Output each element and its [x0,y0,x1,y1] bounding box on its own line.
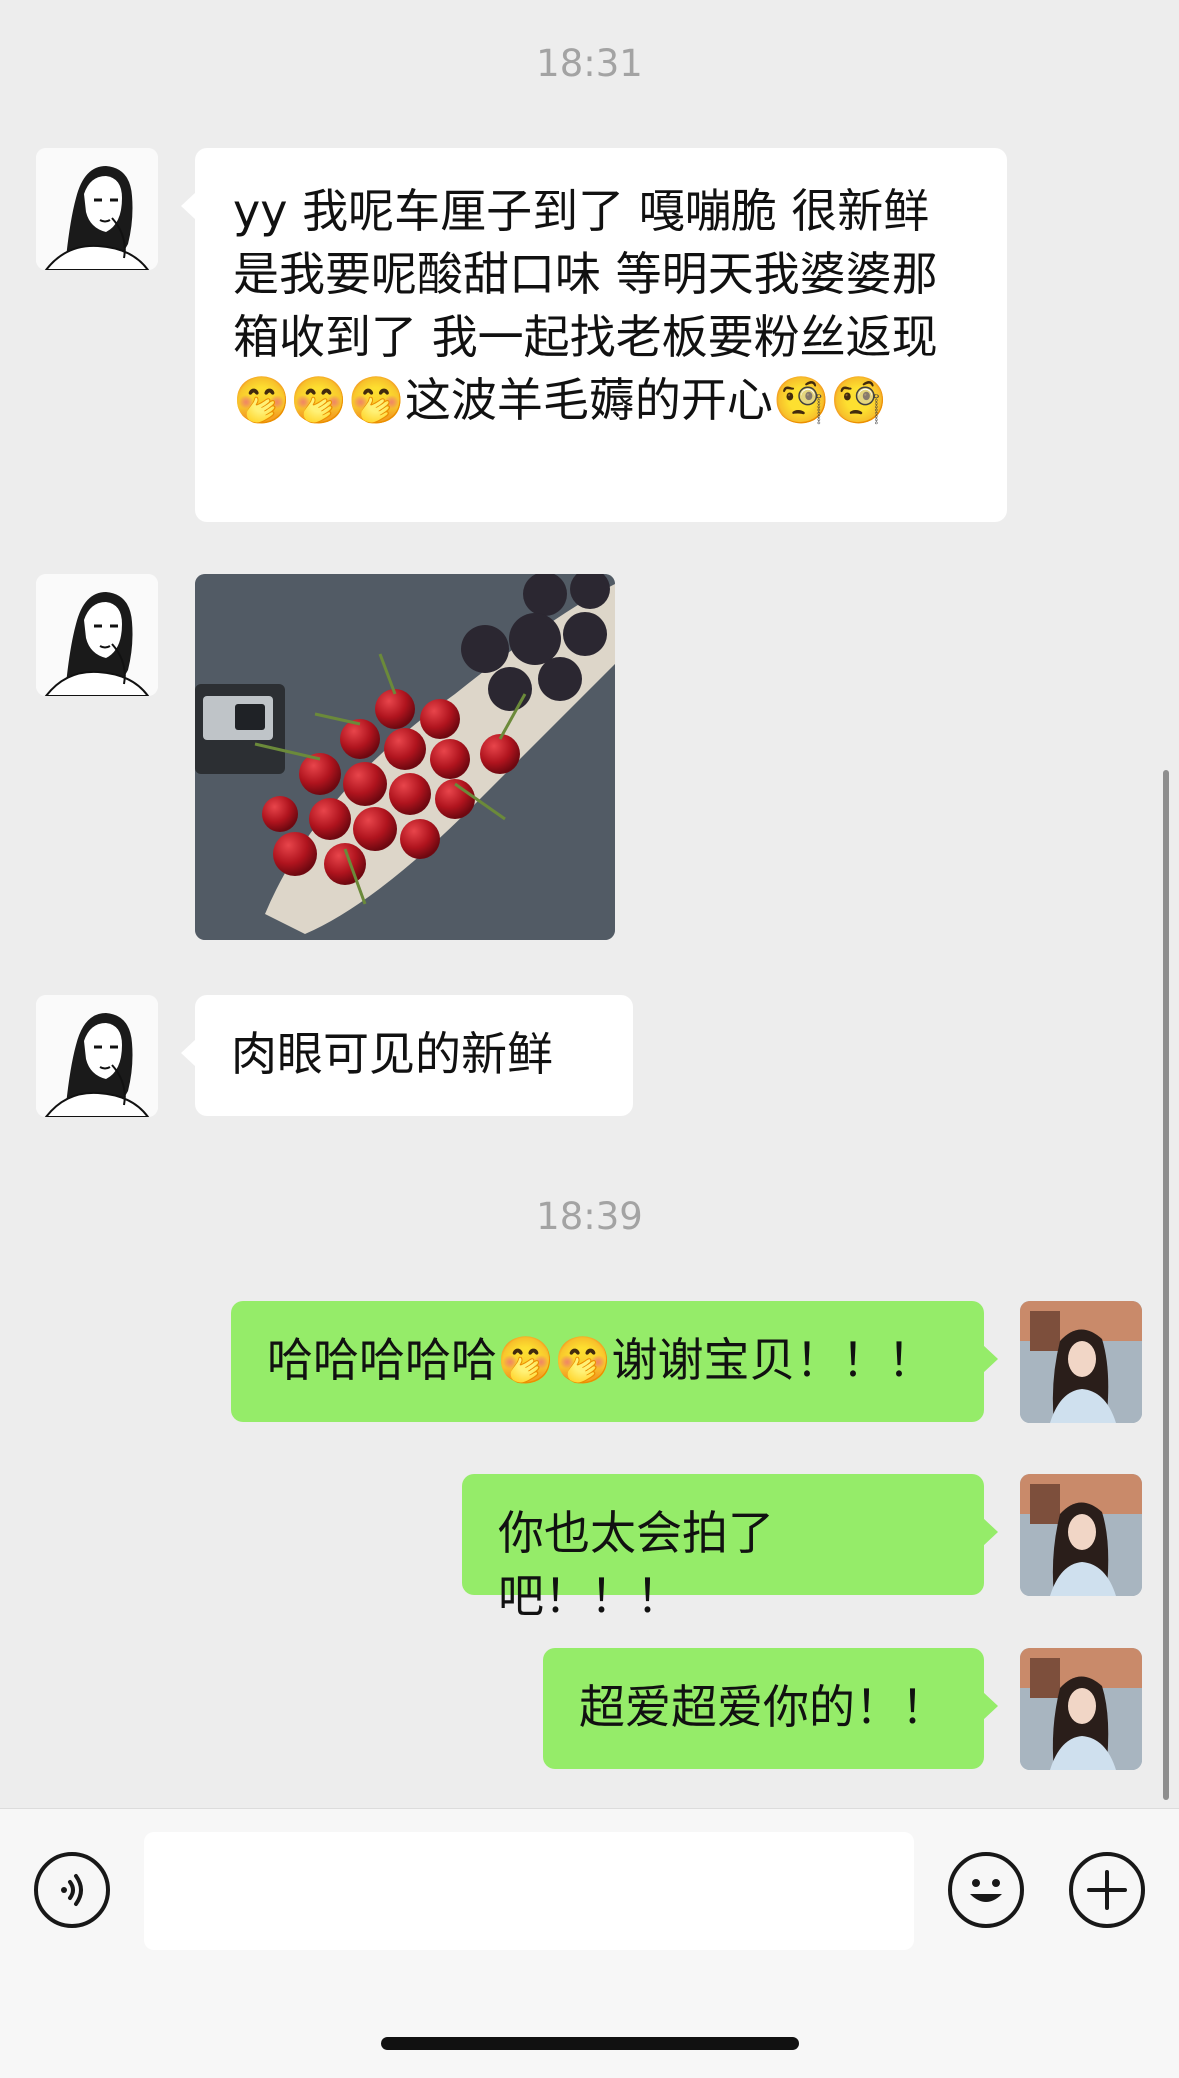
message-bubble-incoming[interactable]: yy 我呢车厘子到了 嘎嘣脆 很新鲜 是我要呢酸甜口味 等明天我婆婆那箱收到了 … [181,148,1007,522]
message-input[interactable] [144,1832,914,1950]
message-text: 哈哈哈哈哈🤭🤭谢谢宝贝！！！ [267,1333,934,1387]
more-button[interactable] [1069,1852,1145,1928]
message-image[interactable] [195,574,615,940]
message-bubble-incoming[interactable]: 肉眼可见的新鲜 [181,995,633,1116]
timestamp: 18:39 [536,1195,643,1238]
contact-avatar[interactable] [36,148,158,270]
avatar-illustration [36,574,158,696]
contact-avatar[interactable] [36,995,158,1117]
voice-icon [61,1874,83,1906]
avatar-photo [1020,1301,1142,1423]
my-avatar[interactable] [1020,1301,1142,1423]
plus-icon [1087,1870,1127,1910]
message-text: 超爱超爱你的！！ [579,1680,947,1734]
avatar-photo [1020,1648,1142,1770]
emoji-button[interactable] [948,1852,1024,1928]
avatar-photo [1020,1474,1142,1596]
message-bubble-outgoing[interactable]: 超爱超爱你的！！ [543,1648,998,1769]
home-indicator[interactable] [381,2037,799,2050]
timestamp: 18:31 [536,42,643,85]
avatar-illustration [36,995,158,1117]
my-avatar[interactable] [1020,1474,1142,1596]
message-bubble-outgoing[interactable]: 你也太会拍了吧！！！ [462,1474,998,1623]
message-text: yy 我呢车厘子到了 嘎嘣脆 很新鲜 是我要呢酸甜口味 等明天我婆婆那箱收到了 … [233,184,938,427]
cherries-photo [195,574,615,940]
avatar-illustration [36,148,158,270]
message-bubble-outgoing[interactable]: 哈哈哈哈哈🤭🤭谢谢宝贝！！！ [231,1301,998,1422]
voice-button[interactable] [34,1852,110,1928]
message-text: 你也太会拍了吧！！！ [498,1506,774,1623]
scrollbar[interactable] [1163,770,1169,1800]
my-avatar[interactable] [1020,1648,1142,1770]
emoji-icon [970,1879,1002,1902]
contact-avatar[interactable] [36,574,158,696]
message-text: 肉眼可见的新鲜 [231,1027,553,1081]
